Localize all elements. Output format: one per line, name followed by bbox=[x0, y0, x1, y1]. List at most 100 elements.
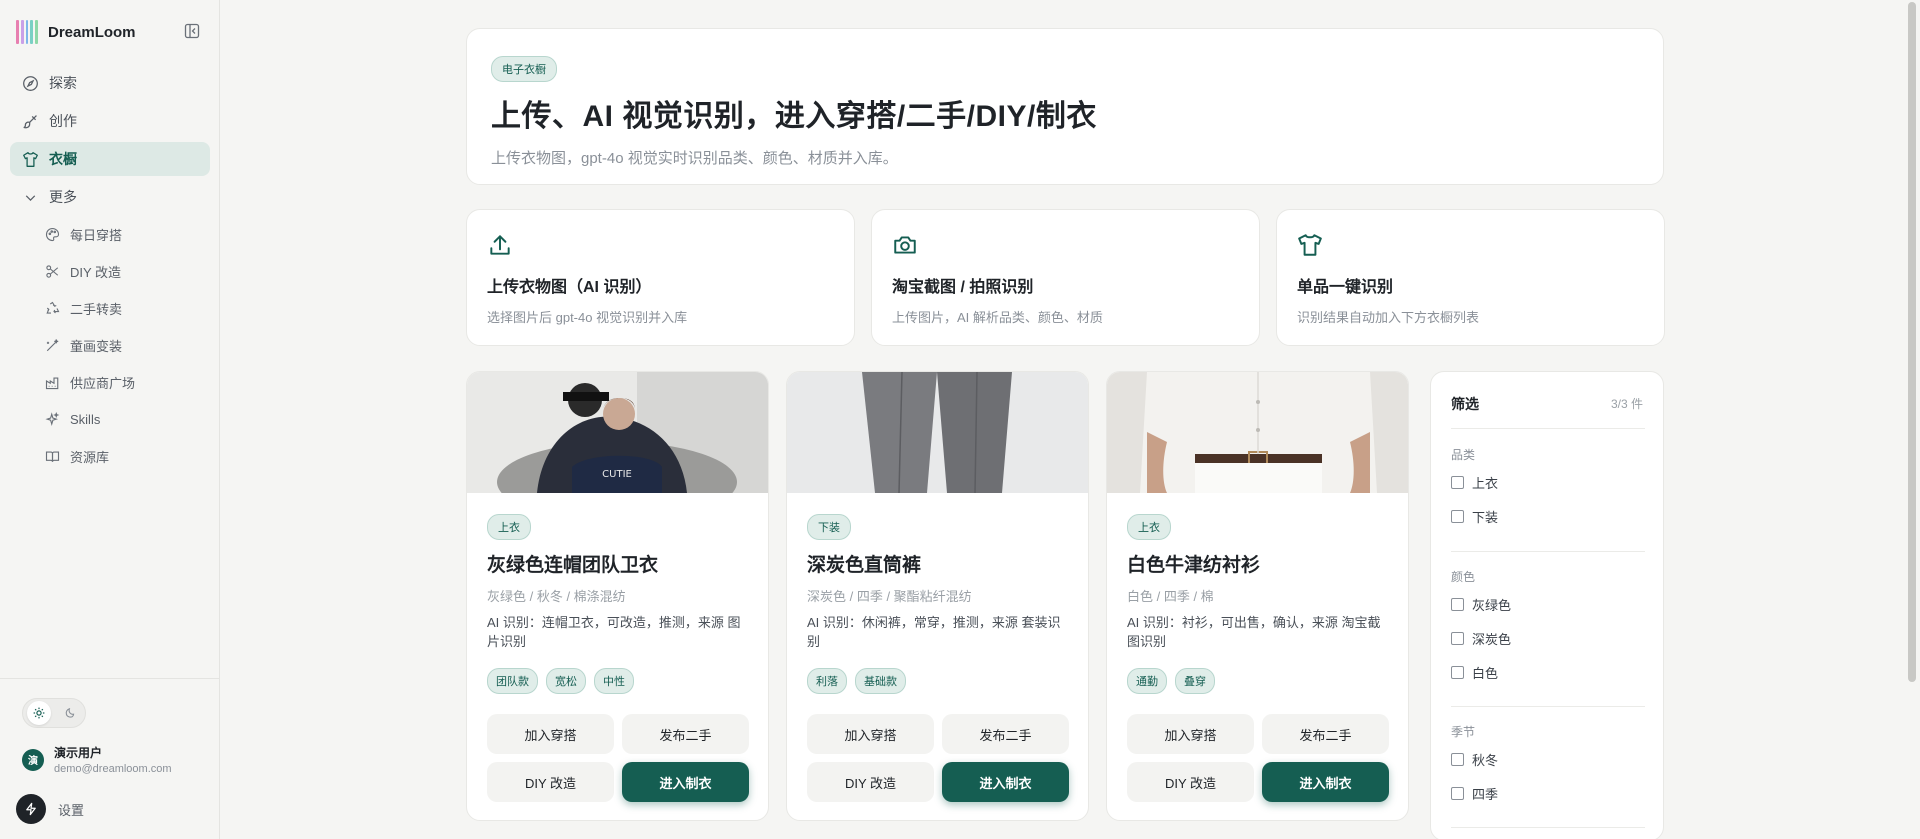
brand[interactable]: DreamLoom bbox=[16, 20, 136, 44]
section-badge: 电子衣橱 bbox=[491, 56, 557, 82]
filter-option-tops[interactable]: 上衣 bbox=[1451, 473, 1498, 492]
item-tag: 利落 bbox=[807, 668, 847, 694]
magic-wand-icon bbox=[46, 338, 59, 351]
item-ai-note: AI 识别：休闲裤，常穿，推测，来源 套装识别 bbox=[807, 615, 1061, 649]
diy-button[interactable]: DIY 改造 bbox=[487, 762, 614, 802]
app-name: DreamLoom bbox=[48, 23, 136, 41]
item-tags: 利落 基础款 bbox=[807, 668, 906, 694]
item-title: 深炭色直筒裤 bbox=[807, 555, 922, 576]
sparkle-icon bbox=[45, 411, 60, 426]
publish-resale-button[interactable]: 发布二手 bbox=[1262, 714, 1389, 754]
category-tag: 上衣 bbox=[1127, 514, 1171, 540]
scrollbar-thumb[interactable] bbox=[1908, 2, 1916, 682]
sidebar-item-label: 更多 bbox=[49, 189, 77, 205]
action-desc: 上传图片，AI 解析品类、颜色、材质 bbox=[892, 310, 1103, 325]
checkbox[interactable] bbox=[1451, 510, 1464, 523]
compass-icon bbox=[23, 75, 38, 91]
user-name: 演示用户 bbox=[54, 746, 103, 760]
filter-option-label: 灰绿色 bbox=[1472, 598, 1512, 613]
action-desc: 选择图片后 gpt-4o 视觉识别并入库 bbox=[487, 310, 688, 325]
filter-option-all-seasons[interactable]: 四季 bbox=[1451, 784, 1498, 803]
checkbox[interactable] bbox=[1451, 476, 1464, 489]
item-title: 白色牛津纺衬衫 bbox=[1127, 555, 1261, 576]
wardrobe-item-card[interactable]: 下装 深炭色直筒裤 深炭色 / 四季 / 聚酯粘纤混纺 AI 识别：休闲裤，常穿… bbox=[786, 371, 1089, 821]
publish-resale-button[interactable]: 发布二手 bbox=[622, 714, 749, 754]
add-outfit-button[interactable]: 加入穿搭 bbox=[807, 714, 934, 754]
sidebar-subitem-label: 二手转卖 bbox=[70, 301, 123, 317]
tailor-button[interactable]: 进入制衣 bbox=[1262, 762, 1389, 802]
checkbox[interactable] bbox=[1451, 666, 1464, 679]
filter-title: 筛选 bbox=[1451, 396, 1479, 412]
add-outfit-button[interactable]: 加入穿搭 bbox=[487, 714, 614, 754]
filter-group-category: 品类 bbox=[1451, 448, 1476, 462]
wardrobe-item-card[interactable]: 上衣 白色牛津纺衬衫 白色 / 四季 / 棉 AI 识别：衬衫，可出售，确认，来… bbox=[1106, 371, 1409, 821]
sidebar-item-diy[interactable]: DIY 改造 bbox=[10, 255, 210, 287]
shirt-icon bbox=[23, 151, 38, 167]
shirt-icon bbox=[1298, 234, 1322, 256]
sidebar-item-kids-drawing[interactable]: 童画变装 bbox=[10, 329, 210, 361]
theme-toggle[interactable] bbox=[22, 698, 86, 728]
sidebar-item-more[interactable]: 更多 bbox=[10, 180, 210, 214]
upload-photo-card[interactable]: 上传衣物图（AI 识别） 选择图片后 gpt-4o 视觉识别并入库 bbox=[466, 209, 855, 346]
filter-option-grey-green[interactable]: 灰绿色 bbox=[1451, 595, 1511, 614]
tailor-button[interactable]: 进入制衣 bbox=[622, 762, 749, 802]
checkbox[interactable] bbox=[1451, 598, 1464, 611]
checkbox[interactable] bbox=[1451, 787, 1464, 800]
checkbox[interactable] bbox=[1451, 632, 1464, 645]
factory-icon bbox=[45, 376, 59, 389]
sidebar-subitem-label: DIY 改造 bbox=[70, 264, 122, 280]
item-meta: 深炭色 / 四季 / 聚酯粘纤混纺 bbox=[807, 589, 972, 604]
filter-option-charcoal[interactable]: 深炭色 bbox=[1451, 629, 1511, 648]
sidebar-subitem-label: 供应商广场 bbox=[70, 375, 136, 391]
sidebar-item-resources[interactable]: 资源库 bbox=[10, 440, 210, 472]
sidebar-item-wardrobe[interactable]: 衣橱 bbox=[10, 142, 210, 176]
item-count: 3/3 件 bbox=[1610, 397, 1643, 411]
book-icon bbox=[45, 450, 60, 462]
diy-button[interactable]: DIY 改造 bbox=[1127, 762, 1254, 802]
sidebar-item-daily-outfit[interactable]: 每日穿搭 bbox=[10, 218, 210, 250]
brush-icon bbox=[23, 114, 37, 128]
publish-resale-button[interactable]: 发布二手 bbox=[942, 714, 1069, 754]
item-tag: 叠穿 bbox=[1175, 668, 1215, 694]
sidebar-item-skills[interactable]: Skills bbox=[10, 403, 210, 435]
dark-mode-option[interactable] bbox=[58, 701, 82, 725]
sidebar-item-label: 探索 bbox=[49, 75, 77, 91]
item-tag: 基础款 bbox=[855, 668, 906, 694]
filter-option-autumn-winter[interactable]: 秋冬 bbox=[1451, 750, 1498, 769]
add-outfit-button[interactable]: 加入穿搭 bbox=[1127, 714, 1254, 754]
filter-option-bottoms[interactable]: 下装 bbox=[1451, 507, 1498, 526]
settings-link[interactable]: 设置 bbox=[16, 794, 84, 824]
wardrobe-item-card[interactable]: CUTIE 上衣 灰绿色连帽团队卫衣 灰绿色 / 秋冬 / 棉涤混纺 AI 识别… bbox=[466, 371, 769, 821]
item-photo-trousers bbox=[787, 372, 1088, 493]
moon-icon bbox=[65, 708, 74, 718]
page-subtitle: 上传衣物图，gpt-4o 视觉实时识别品类、颜色、材质并入库。 bbox=[491, 150, 898, 167]
single-item-card[interactable]: 单品一键识别 识别结果自动加入下方衣橱列表 bbox=[1276, 209, 1665, 346]
item-tag: 通勤 bbox=[1127, 668, 1167, 694]
filter-group-color: 颜色 bbox=[1451, 570, 1476, 584]
user-profile[interactable]: 演 演示用户 demo@dreamloom.com bbox=[22, 744, 172, 775]
sidebar-item-explore[interactable]: 探索 bbox=[10, 66, 210, 100]
screenshot-photo-card[interactable]: 淘宝截图 / 拍照识别 上传图片，AI 解析品类、颜色、材质 bbox=[871, 209, 1260, 346]
light-mode-option[interactable] bbox=[26, 701, 51, 725]
item-meta: 白色 / 四季 / 棉 bbox=[1127, 589, 1214, 604]
sidebar-item-supplier-plaza[interactable]: 供应商广场 bbox=[10, 366, 210, 398]
page-scrollbar[interactable] bbox=[1904, 0, 1920, 839]
item-tags: 团队款 宽松 中性 bbox=[487, 668, 634, 694]
filter-option-label: 白色 bbox=[1472, 666, 1499, 681]
checkbox[interactable] bbox=[1451, 753, 1464, 766]
sidebar-nav: 探索 创作 衣橱 更多 每日穿搭 DIY 改造 二手转卖 童画变装 供应商广场 … bbox=[10, 66, 210, 477]
tailor-button[interactable]: 进入制衣 bbox=[942, 762, 1069, 802]
sidebar-item-resale[interactable]: 二手转卖 bbox=[10, 292, 210, 324]
upload-icon bbox=[490, 235, 510, 255]
filter-option-white[interactable]: 白色 bbox=[1451, 663, 1498, 682]
svg-text:CUTIE: CUTIE bbox=[602, 469, 632, 480]
filter-option-label: 下装 bbox=[1472, 510, 1499, 525]
divider bbox=[1451, 428, 1645, 429]
sidebar-collapse-icon[interactable] bbox=[184, 23, 200, 39]
page-title: 上传、AI 视觉识别，进入穿搭/二手/DIY/制衣 bbox=[491, 100, 1097, 133]
sidebar-item-create[interactable]: 创作 bbox=[10, 104, 210, 138]
item-tag: 宽松 bbox=[546, 668, 586, 694]
category-tag: 上衣 bbox=[487, 514, 531, 540]
diy-button[interactable]: DIY 改造 bbox=[807, 762, 934, 802]
divider bbox=[1451, 827, 1645, 828]
